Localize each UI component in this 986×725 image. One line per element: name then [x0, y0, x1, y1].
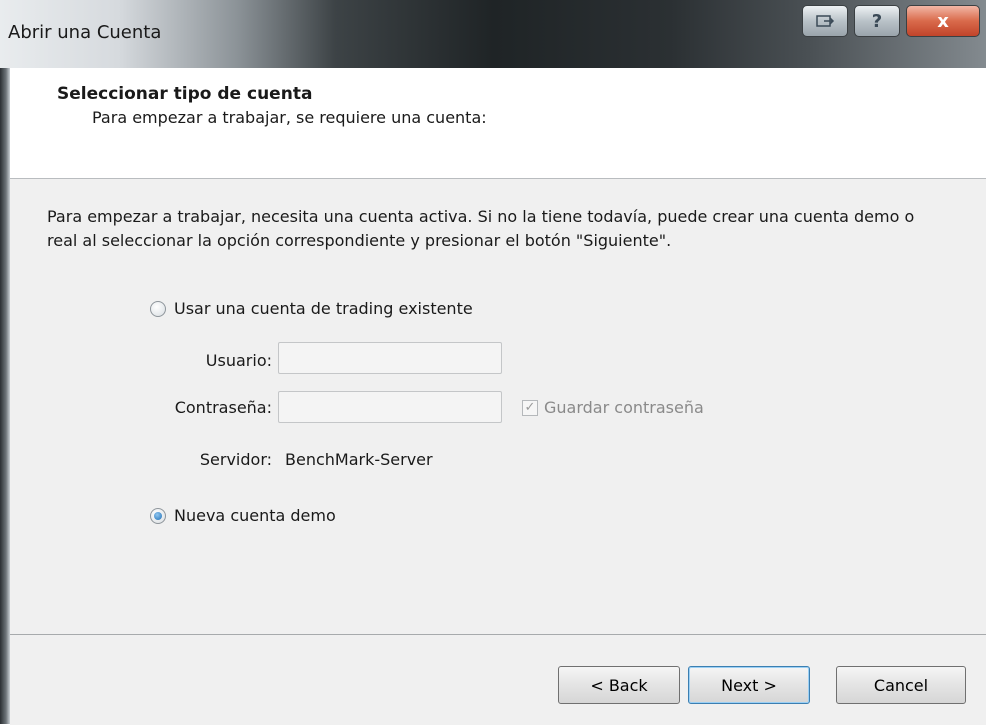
save-password-checkbox[interactable]: ✓	[522, 399, 538, 416]
user-field[interactable]	[278, 342, 502, 374]
back-button[interactable]: < Back	[558, 666, 680, 704]
restore-button[interactable]	[802, 5, 848, 37]
wizard-content: Para empezar a trabajar, necesita una cu…	[10, 179, 986, 634]
wizard-header: Seleccionar tipo de cuenta Para empezar …	[10, 68, 986, 179]
demo-account-label: Nueva cuenta demo	[174, 506, 336, 525]
demo-account-radio[interactable]	[150, 507, 166, 524]
close-button[interactable]: x	[906, 5, 980, 37]
existing-account-radio[interactable]	[150, 300, 166, 317]
save-password-option[interactable]: ✓ Guardar contraseña	[522, 398, 704, 417]
close-icon: x	[937, 10, 949, 32]
window-title: Abrir una Cuenta	[8, 22, 162, 43]
page-title: Seleccionar tipo de cuenta	[57, 84, 313, 104]
user-label: Usuario:	[205, 351, 272, 370]
existing-account-option[interactable]: Usar una cuenta de trading existente	[150, 299, 473, 318]
help-button[interactable]: ?	[854, 5, 900, 37]
cancel-button[interactable]: Cancel	[836, 666, 966, 704]
title-bar[interactable]: Abrir una Cuenta ? x	[0, 0, 986, 68]
server-value: BenchMark-Server	[285, 450, 433, 469]
existing-account-label: Usar una cuenta de trading existente	[174, 299, 473, 318]
password-field[interactable]	[278, 391, 502, 423]
page-subtitle: Para empezar a trabajar, se requiere una…	[92, 108, 487, 127]
server-label: Servidor:	[199, 450, 272, 469]
intro-text: Para empezar a trabajar, necesita una cu…	[47, 207, 915, 250]
wizard-footer: < Back Next > Cancel	[10, 634, 986, 725]
next-button[interactable]: Next >	[688, 666, 810, 704]
demo-account-option[interactable]: Nueva cuenta demo	[150, 506, 336, 525]
window-left-border	[0, 0, 10, 724]
restore-icon	[816, 15, 835, 27]
password-label: Contraseña:	[174, 398, 272, 417]
save-password-label: Guardar contraseña	[544, 398, 704, 417]
help-icon: ?	[871, 10, 883, 32]
